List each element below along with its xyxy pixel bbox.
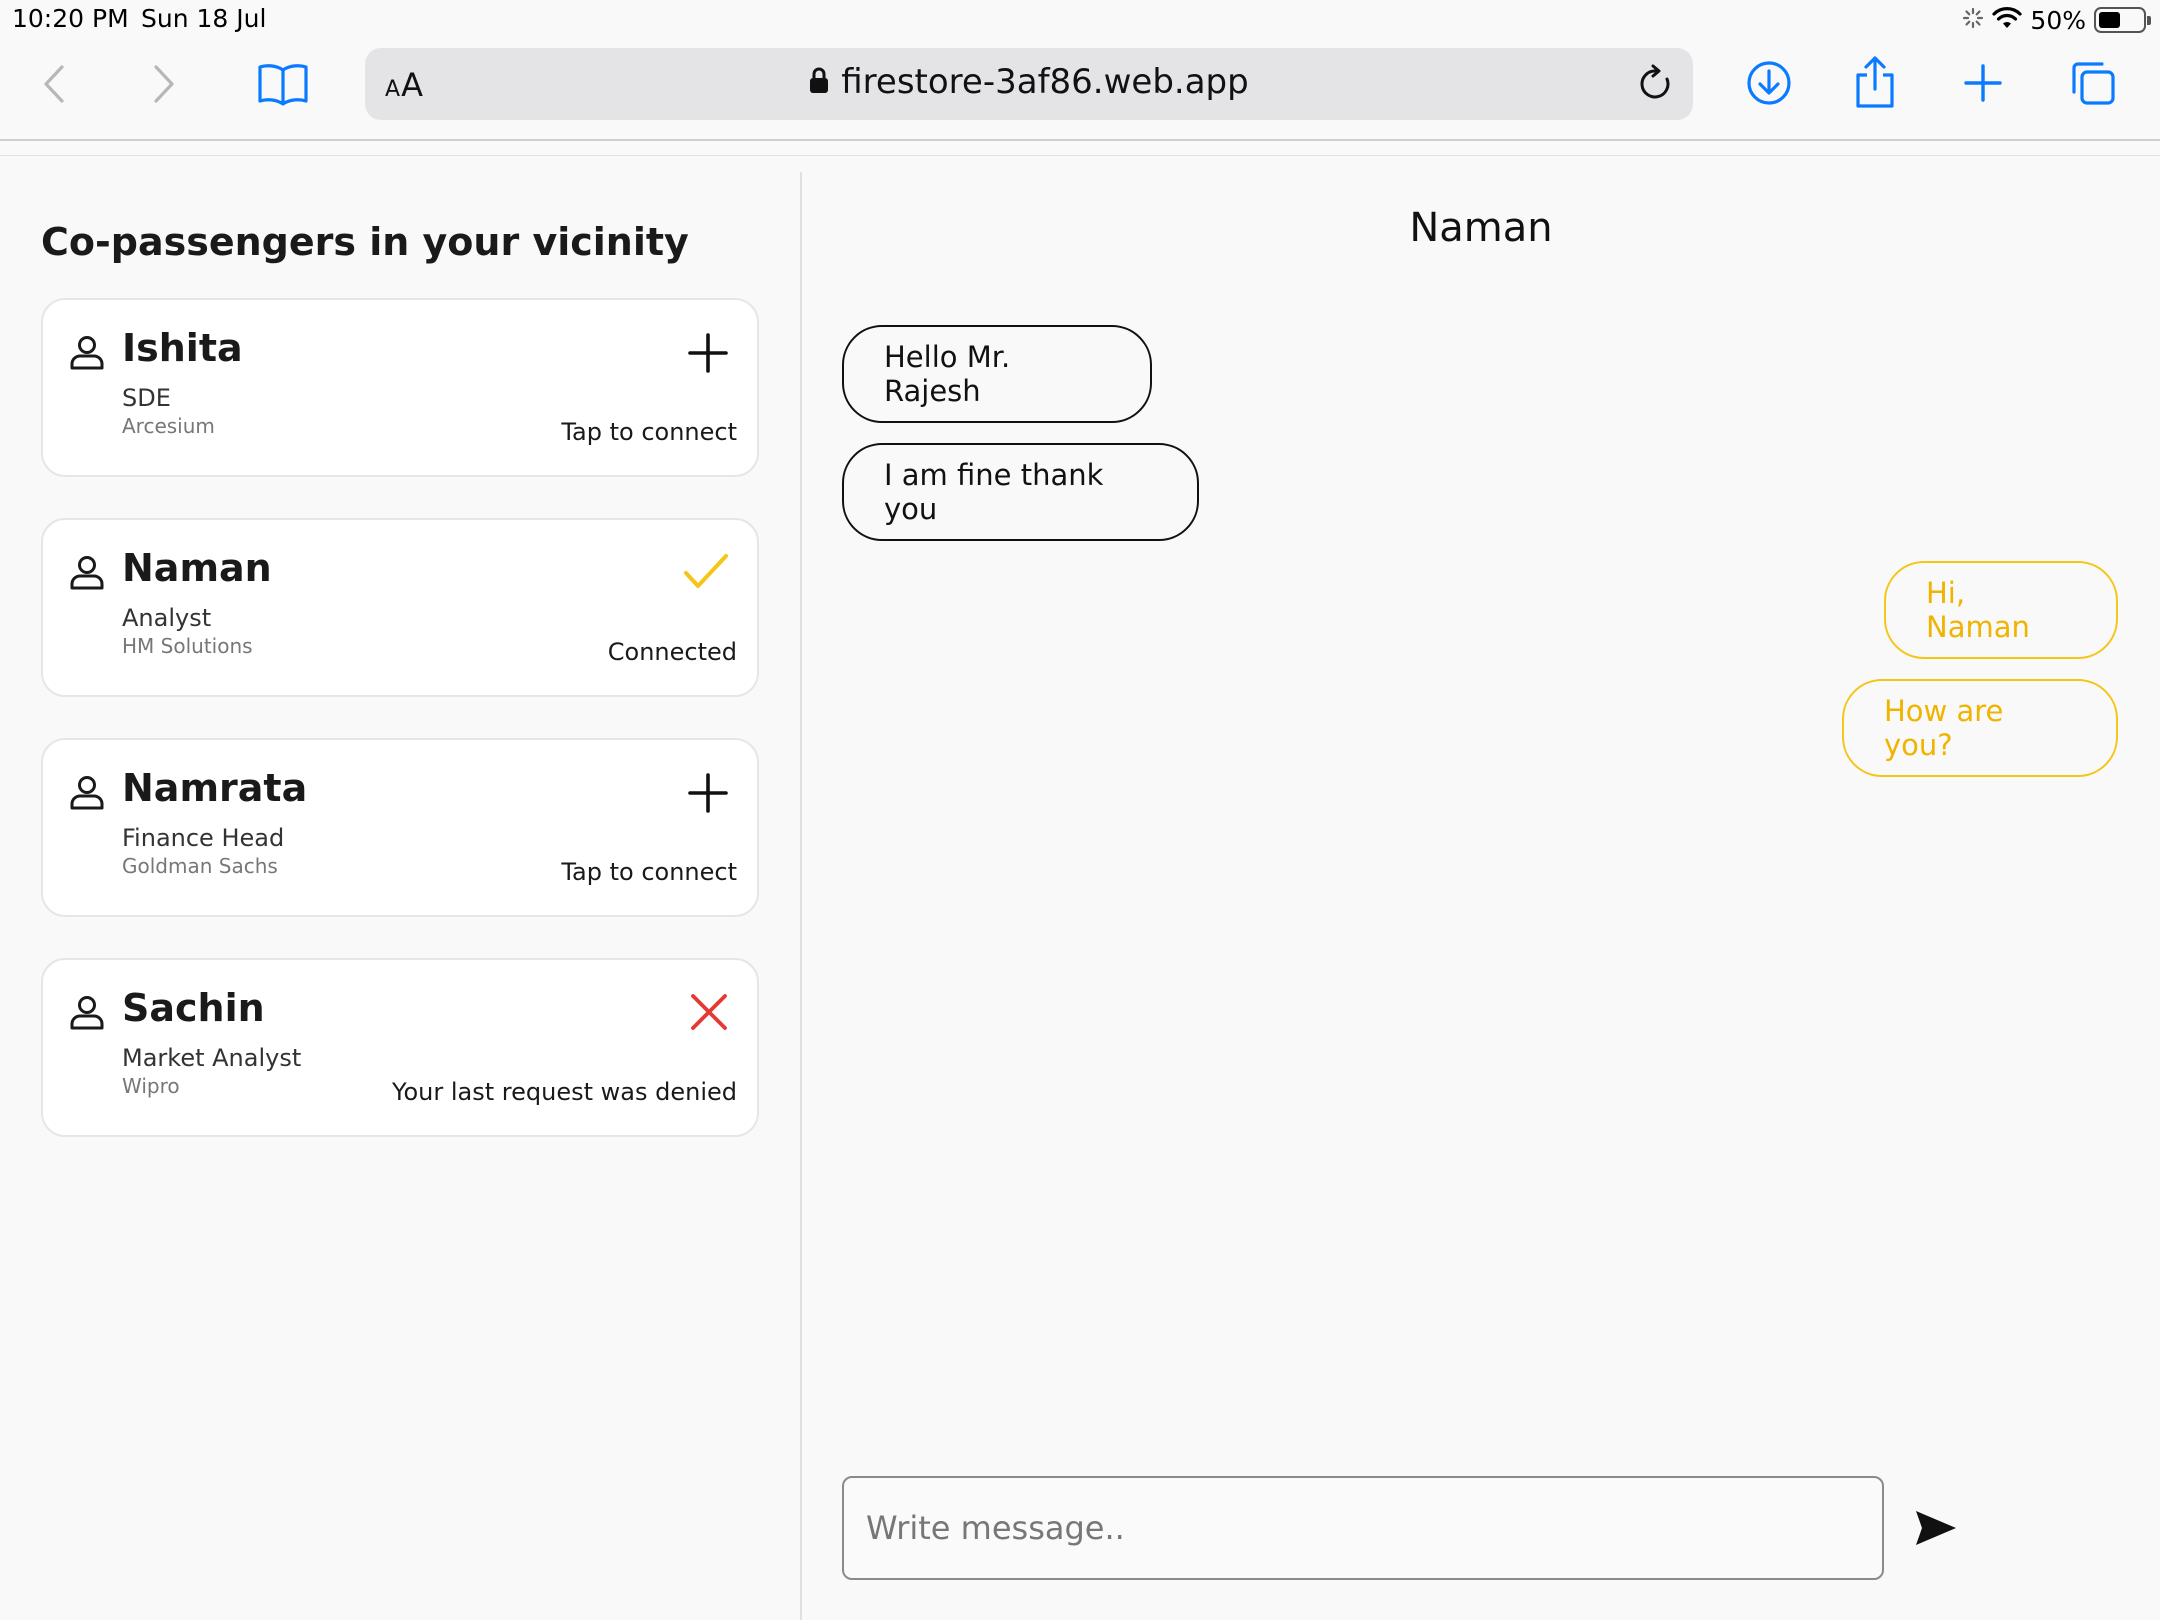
battery-icon [2094,7,2151,33]
person-icon [69,994,105,1034]
panel-divider [800,172,802,1620]
message-bubble-outgoing: Hi, Naman [1884,561,2118,659]
toolbar-divider [0,139,2160,141]
chat-contact-name: Naman [1409,205,1553,251]
new-tab-icon[interactable] [1962,60,2004,106]
passenger-role: SDE [122,384,171,412]
reload-icon[interactable] [1637,64,1675,108]
status-indicators: 50% [1962,4,2151,36]
url-display[interactable]: firestore-3af86.web.app [365,62,1693,102]
message-input[interactable] [842,1476,1884,1580]
plus-icon[interactable] [687,772,729,818]
message-bubble-incoming: I am fine thank you [842,443,1199,541]
lock-icon [809,66,829,98]
passenger-name: Naman [122,546,272,590]
share-icon[interactable] [1853,54,1897,110]
person-icon [69,334,105,374]
passenger-card-namrata[interactable]: Namrata Finance Head Goldman Sachs Tap t… [41,738,759,917]
content-divider [0,155,2160,156]
cross-icon [689,992,729,1036]
passenger-role: Analyst [122,604,212,632]
passenger-role: Finance Head [122,824,285,852]
message-bubble-outgoing: How are you? [1842,679,2118,777]
passenger-company: Arcesium [122,414,215,438]
passenger-company: HM Solutions [122,634,253,658]
person-icon [69,554,105,594]
passenger-card-ishita[interactable]: Ishita SDE Arcesium Tap to connect [41,298,759,477]
connect-status: Your last request was denied [392,1078,737,1106]
check-icon [683,552,729,596]
browser-toolbar: AA firestore-3af86.web.app [0,40,2160,140]
person-icon [69,774,105,814]
passenger-role: Market Analyst [122,1044,302,1072]
connect-status[interactable]: Tap to connect [561,858,737,886]
passenger-card-naman[interactable]: Naman Analyst HM Solutions Connected [41,518,759,697]
passenger-name: Namrata [122,766,308,810]
connect-status: Connected [607,638,737,666]
page: 10:20 PM Sun 18 Jul 50% AA firestore-3af… [0,0,2160,1620]
wifi-icon [1992,6,2023,34]
back-icon[interactable] [36,60,72,108]
send-icon[interactable] [1912,1504,1960,1552]
connect-status[interactable]: Tap to connect [561,418,737,446]
bookmarks-icon[interactable] [256,60,310,108]
forward-icon[interactable] [146,60,182,108]
status-time: 10:20 PM [12,4,129,33]
url-text: firestore-3af86.web.app [841,62,1249,102]
status-bar: 10:20 PM Sun 18 Jul 50% [0,0,2160,40]
passenger-company: Goldman Sachs [122,854,278,878]
status-date: Sun 18 Jul [141,4,267,33]
passenger-name: Ishita [122,326,243,370]
activity-spinner-icon [1962,7,1984,33]
passenger-name: Sachin [122,986,265,1030]
address-bar[interactable]: AA firestore-3af86.web.app [365,48,1693,120]
tabs-icon[interactable] [2068,58,2118,108]
battery-percent: 50% [2030,5,2086,35]
passengers-panel: Co-passengers in your vicinity Ishita SD… [0,172,800,1620]
passenger-company: Wipro [122,1074,180,1098]
battery-level-fill [2099,12,2120,28]
plus-icon[interactable] [687,332,729,378]
message-bubble-incoming: Hello Mr. Rajesh [842,325,1152,423]
panel-title: Co-passengers in your vicinity [41,220,689,264]
passenger-card-sachin[interactable]: Sachin Market Analyst Wipro Your last re… [41,958,759,1137]
download-icon[interactable] [1745,58,1793,108]
